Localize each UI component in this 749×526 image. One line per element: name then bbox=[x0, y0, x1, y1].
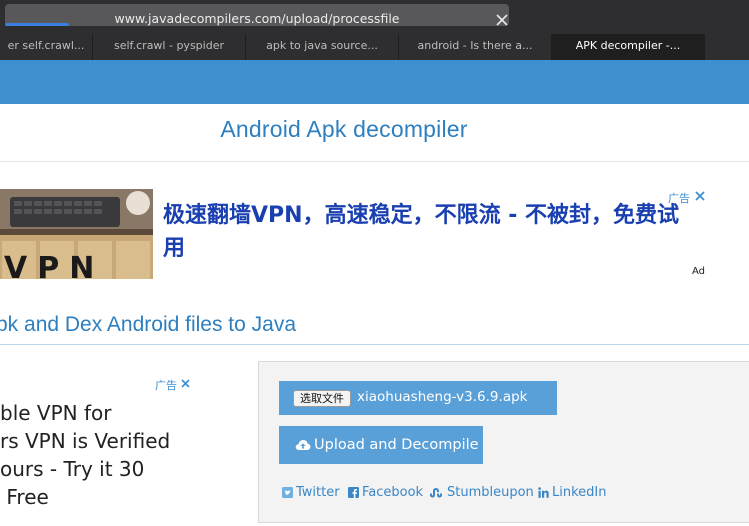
linkedin-icon[interactable] bbox=[538, 487, 549, 498]
close-icon[interactable] bbox=[180, 378, 191, 389]
section-heading: pk and Dex Android files to Java bbox=[0, 313, 297, 336]
ad-label: Ad bbox=[692, 266, 706, 277]
share-stumbleupon-link[interactable]: Stumbleupon bbox=[447, 485, 534, 500]
close-icon[interactable] bbox=[494, 12, 510, 28]
selected-file-name: xiaohuasheng-v3.6.9.apk bbox=[357, 389, 528, 405]
tab-item[interactable]: er self.crawl... bbox=[0, 34, 93, 60]
ad-text-line[interactable]: Free bbox=[0, 485, 48, 509]
ad-text-line[interactable]: rs VPN is Verified bbox=[0, 429, 170, 453]
ad-text-line[interactable]: ble VPN for bbox=[0, 401, 111, 425]
share-linkedin-link[interactable]: LinkedIn bbox=[552, 485, 606, 500]
twitter-icon[interactable] bbox=[282, 487, 293, 498]
divider bbox=[0, 161, 749, 162]
ad-image-text: VPN bbox=[4, 251, 105, 279]
address-bar-url[interactable]: www.javadecompilers.com/upload/processfi… bbox=[5, 8, 509, 30]
page-title: Android Apk decompiler bbox=[220, 116, 468, 142]
page-load-progress bbox=[5, 23, 69, 26]
upload-button-label[interactable]: Upload and Decompile bbox=[314, 437, 479, 453]
choose-file-button[interactable]: 选取文件 bbox=[293, 390, 351, 407]
tab-item[interactable]: android - Is there a... bbox=[399, 34, 552, 60]
cloud-upload-icon bbox=[295, 440, 311, 450]
ad-choices-label[interactable]: 广告 bbox=[155, 377, 177, 393]
address-bar[interactable]: www.javadecompilers.com/upload/processfi… bbox=[5, 4, 509, 26]
ad-choices-label[interactable]: 广告 bbox=[668, 190, 690, 206]
divider bbox=[0, 344, 749, 345]
stumbleupon-icon[interactable] bbox=[429, 487, 443, 498]
ad-headline[interactable]: 极速翻墙VPN，高速稳定，不限流 - 不被封，免费试用 bbox=[163, 199, 698, 265]
tab-item[interactable]: self.crawl - pyspider bbox=[93, 34, 246, 60]
tab-item[interactable]: apk to java source... bbox=[246, 34, 399, 60]
site-header-bar bbox=[0, 60, 749, 104]
share-facebook-link[interactable]: Facebook bbox=[362, 485, 423, 500]
ad-text-line[interactable]: ours - Try it 30 bbox=[0, 457, 144, 481]
close-icon[interactable] bbox=[694, 190, 706, 202]
share-twitter-link[interactable]: Twitter bbox=[296, 485, 340, 500]
facebook-icon[interactable] bbox=[348, 487, 359, 498]
tab-strip: er self.crawl... self.crawl - pyspider a… bbox=[0, 34, 749, 60]
tab-item-active[interactable]: APK decompiler -... bbox=[552, 34, 705, 60]
ad-image[interactable]: VPN bbox=[0, 189, 153, 279]
